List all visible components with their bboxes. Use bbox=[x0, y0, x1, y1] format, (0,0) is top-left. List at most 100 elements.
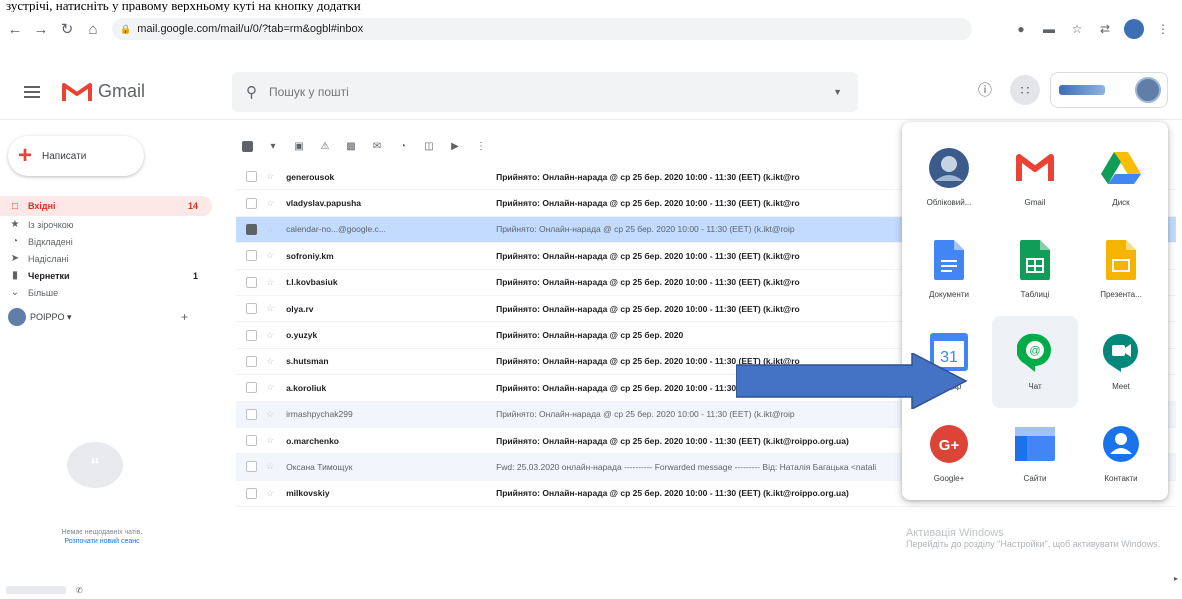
star-icon[interactable]: ☆ bbox=[266, 435, 274, 446]
app-chat[interactable]: @ Чат bbox=[992, 316, 1078, 408]
bookmark-star-icon[interactable]: ☆ bbox=[1068, 20, 1086, 38]
start-chat-link[interactable]: Розпочати новий сеанс bbox=[12, 537, 192, 546]
star-icon[interactable]: ☆ bbox=[266, 382, 274, 393]
sidebar-item-inbox[interactable]: □ Вхідні 14 bbox=[0, 196, 212, 216]
row-checkbox[interactable] bbox=[246, 461, 257, 473]
apps-grid-icon[interactable]: ∷ bbox=[1010, 75, 1040, 105]
forward-icon[interactable]: → bbox=[30, 18, 52, 40]
sidebar-item-label: Надіслані bbox=[28, 253, 69, 264]
app-google-plus[interactable]: G+ Google+ bbox=[906, 408, 992, 500]
select-caret-icon[interactable]: ▾ bbox=[267, 140, 279, 152]
mail-toolbar: ▾ ▣ ⚠ ▩ ✉ ◔ ◫ ▶ ⋮ bbox=[242, 136, 487, 156]
app-account[interactable]: Обліковий... bbox=[906, 132, 992, 224]
sidebar-item-drafts[interactable]: ▮ Чернетки 1 bbox=[0, 267, 212, 284]
delete-icon[interactable]: ▩ bbox=[345, 140, 357, 152]
row-checkbox[interactable] bbox=[246, 408, 257, 420]
label-icon[interactable]: ▶ bbox=[449, 140, 461, 152]
app-contacts[interactable]: Контакти bbox=[1078, 408, 1164, 500]
key-icon[interactable]: ● bbox=[1012, 20, 1030, 38]
row-checkbox[interactable] bbox=[246, 171, 257, 183]
browser-profile-avatar[interactable] bbox=[1124, 19, 1144, 39]
star-icon[interactable]: ☆ bbox=[266, 250, 274, 261]
select-all-checkbox[interactable] bbox=[242, 140, 253, 152]
search-input[interactable] bbox=[269, 85, 789, 99]
app-label: Презента... bbox=[1100, 290, 1142, 299]
help-icon[interactable]: ⓘ bbox=[970, 75, 1000, 105]
row-checkbox[interactable] bbox=[246, 250, 257, 262]
sidebar-item-snoozed[interactable]: ◔ Відкладені bbox=[0, 233, 212, 250]
app-sites[interactable]: Сайти bbox=[992, 408, 1078, 500]
star-icon[interactable]: ☆ bbox=[266, 198, 274, 209]
star-icon[interactable]: ☆ bbox=[266, 461, 274, 472]
row-checkbox[interactable] bbox=[246, 197, 257, 209]
gmail-header: Gmail ⚲ ▼ ⓘ ∷ bbox=[0, 64, 1182, 120]
translate-icon[interactable]: ⇄ bbox=[1096, 20, 1114, 38]
row-checkbox[interactable] bbox=[246, 276, 257, 288]
hangouts-user[interactable]: POIPPO ▾ + bbox=[8, 308, 188, 326]
home-icon[interactable]: ⌂ bbox=[82, 18, 104, 40]
app-label: Контакти bbox=[1104, 474, 1138, 483]
snooze-icon[interactable]: ◔ bbox=[397, 140, 409, 152]
address-bar[interactable]: 🔒 mail.google.com/mail/u/0/?tab=rm&ogbl#… bbox=[112, 18, 972, 40]
phone-icon[interactable]: ✆ bbox=[76, 586, 83, 595]
gmail-logo[interactable]: Gmail bbox=[62, 81, 145, 103]
star-icon[interactable]: ☆ bbox=[266, 356, 274, 367]
sidebar-item-label: Вхідні bbox=[28, 201, 56, 211]
search-icon[interactable]: ⚲ bbox=[246, 83, 257, 101]
star-icon[interactable]: ☆ bbox=[266, 171, 274, 182]
star-icon[interactable]: ☆ bbox=[266, 303, 274, 314]
star-icon[interactable]: ☆ bbox=[266, 277, 274, 288]
star-icon[interactable]: ☆ bbox=[266, 224, 274, 235]
app-sheets[interactable]: Таблиці bbox=[992, 224, 1078, 316]
row-checkbox[interactable] bbox=[246, 382, 257, 394]
report-spam-icon[interactable]: ⚠ bbox=[319, 140, 331, 152]
send-icon: ➤ bbox=[10, 253, 20, 264]
mark-unread-icon[interactable]: ✉ bbox=[371, 140, 383, 152]
gmail-logo-text: Gmail bbox=[98, 81, 146, 101]
compose-button[interactable]: + Написати bbox=[8, 136, 144, 176]
sidebar-item-label: Відкладені bbox=[28, 236, 73, 247]
row-checkbox[interactable] bbox=[246, 487, 257, 499]
account-switcher[interactable] bbox=[1050, 72, 1168, 108]
sidebar-item-more[interactable]: ⌄ Більше bbox=[0, 284, 212, 301]
row-checkbox[interactable] bbox=[246, 223, 257, 235]
row-checkbox[interactable] bbox=[246, 355, 257, 367]
email-sender: irmashpychak299 bbox=[286, 409, 353, 420]
row-checkbox[interactable] bbox=[246, 303, 257, 315]
archive-icon[interactable]: ▣ bbox=[293, 140, 305, 152]
search-options-icon[interactable]: ▼ bbox=[833, 87, 842, 97]
sidebar-item-starred[interactable]: ★ Із зірочкою bbox=[0, 216, 212, 233]
move-to-icon[interactable]: ◫ bbox=[423, 140, 435, 152]
back-icon[interactable]: ← bbox=[4, 18, 26, 40]
email-subject: Прийнято: Онлайн-нарада @ ср 25 бер. 202… bbox=[496, 224, 795, 235]
email-sender: Оксана Тимощук bbox=[286, 461, 353, 472]
scroll-right-icon[interactable]: ▸ bbox=[1174, 574, 1178, 583]
app-gmail[interactable]: Gmail bbox=[992, 132, 1078, 224]
add-chat-icon[interactable]: + bbox=[181, 310, 188, 324]
row-checkbox[interactable] bbox=[246, 435, 257, 447]
main-menu-icon[interactable] bbox=[24, 85, 48, 98]
app-slides[interactable]: Презента... bbox=[1078, 224, 1164, 316]
email-subject: Прийнято: Онлайн-нарада @ ср 25 бер. 202… bbox=[496, 409, 795, 420]
star-icon[interactable]: ☆ bbox=[266, 488, 274, 499]
lock-icon: 🔒 bbox=[120, 23, 132, 34]
more-vert-icon[interactable]: ⋮ bbox=[1154, 20, 1172, 38]
star-icon[interactable]: ☆ bbox=[266, 330, 274, 341]
chevron-down-icon: ⌄ bbox=[10, 287, 20, 298]
email-subject: Прийнято: Онлайн-нарада @ ср 25 бер. 202… bbox=[496, 171, 800, 182]
app-meet[interactable]: Meet bbox=[1078, 316, 1164, 408]
star-icon[interactable]: ☆ bbox=[266, 409, 274, 420]
svg-text:@: @ bbox=[1029, 345, 1040, 357]
extension-icon[interactable]: ▬ bbox=[1040, 20, 1058, 38]
hangouts-footer-bar[interactable] bbox=[6, 586, 66, 594]
app-label: Сайти bbox=[1023, 474, 1047, 483]
email-sender: sofroniy.km bbox=[286, 250, 334, 261]
more-options-icon[interactable]: ⋮ bbox=[475, 140, 487, 152]
app-drive[interactable]: Диск bbox=[1078, 132, 1164, 224]
account-avatar[interactable] bbox=[1135, 77, 1161, 103]
reload-icon[interactable]: ↻ bbox=[56, 18, 78, 40]
sidebar-item-sent[interactable]: ➤ Надіслані bbox=[0, 250, 212, 267]
row-checkbox[interactable] bbox=[246, 329, 257, 341]
header-actions: ⓘ ∷ bbox=[970, 72, 1168, 108]
app-docs[interactable]: Документи bbox=[906, 224, 992, 316]
